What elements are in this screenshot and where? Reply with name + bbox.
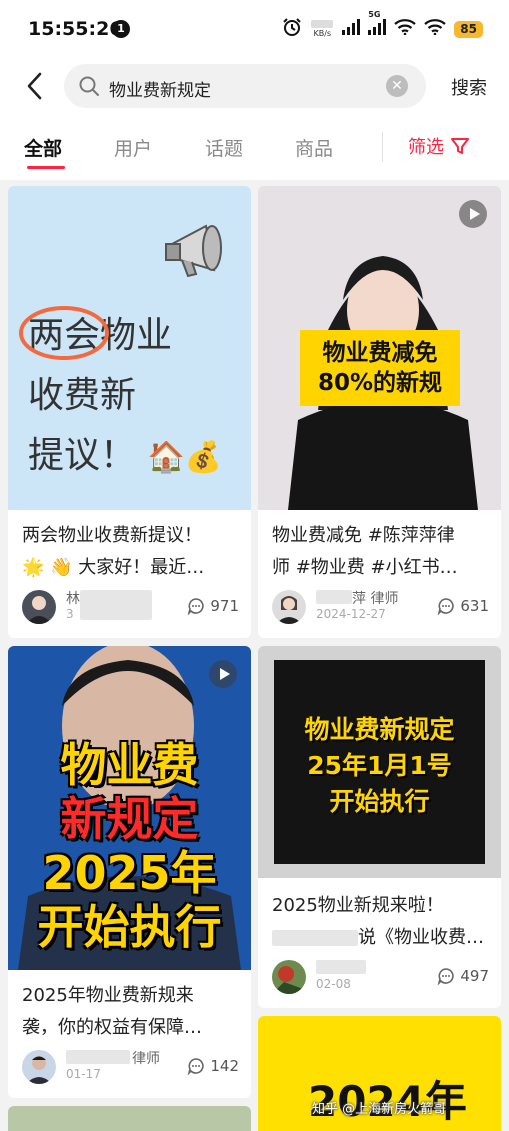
cover-line: 提议！ 🏠💰 [28, 435, 223, 476]
wifi-icon [394, 19, 417, 39]
signal-icon [342, 19, 361, 39]
blurred-name [80, 590, 152, 620]
author-name: 律师 [132, 1051, 160, 1067]
post-date: 01-17 [66, 1067, 101, 1081]
comment-count: 971 [187, 597, 239, 615]
filter-button[interactable]: 筛选 [408, 133, 470, 159]
play-icon [209, 660, 237, 688]
note-title: 2025物业新规来啦！ [272, 895, 444, 916]
tab-products[interactable]: 商品 [295, 134, 333, 161]
network-speed: KB/s [310, 20, 334, 38]
comment-icon [188, 1058, 205, 1075]
post-date: 2024-12-27 [316, 607, 386, 621]
note-card[interactable]: 物业费减免 80%的新规 物业费减免 #陈萍萍律 师 #物业费 #小红书… 萍 … [258, 186, 501, 638]
status-bar: 15:55:26 1 KB/s 5G 85 [0, 0, 509, 58]
note-cover [8, 1106, 251, 1131]
note-card[interactable]: 物业费 新规定 2025年 开始执行 2025年物业费新规来 袭，你的权益有保障… [8, 646, 251, 1098]
note-cover: 物业费减免 80%的新规 [258, 186, 501, 510]
post-date: 3 [66, 607, 74, 621]
note-cover: 两会物业 收费新 提议！ 🏠💰 [8, 186, 251, 510]
author-name: 萍 律师 [352, 591, 399, 607]
cover-caption: 物业费 新规定 2025年 开始执行 [37, 738, 222, 954]
avatar [272, 960, 306, 994]
battery-indicator: 85 [454, 20, 483, 38]
note-title: 2025年物业费新规来 [22, 985, 194, 1006]
note-title-line2: 袭，你的权益有保障… [22, 1017, 202, 1038]
blurred-name [316, 960, 366, 974]
comment-count: 497 [437, 967, 489, 985]
author-row[interactable]: 律师 01-17 142 [22, 1048, 239, 1086]
note-title: 两会物业收费新提议！ [22, 525, 202, 546]
search-header: 物业费新规定 ✕ 搜索 [0, 58, 509, 116]
megaphone-icon [165, 224, 222, 278]
play-icon [459, 200, 487, 228]
status-icons: KB/s 5G 85 [282, 10, 483, 41]
author-row[interactable]: 林 3 971 [22, 588, 239, 626]
divider [382, 132, 383, 162]
signal-5g-icon: 5G [368, 10, 387, 39]
filter-label: 筛选 [408, 137, 444, 158]
avatar [22, 1050, 56, 1084]
post-date: 02-08 [316, 977, 351, 991]
cover-line: 收费新 [28, 375, 137, 416]
note-card[interactable] [8, 1106, 251, 1131]
search-query: 物业费新规定 [109, 81, 211, 101]
highlight-circle [19, 306, 109, 360]
note-card[interactable]: 两会物业 收费新 提议！ 🏠💰 两会物业收费新提议！ 🌟 👋 大家好！最近… 林… [8, 186, 251, 638]
clear-icon[interactable]: ✕ [386, 75, 408, 97]
comment-count: 631 [437, 597, 489, 615]
search-input[interactable]: 物业费新规定 ✕ [64, 64, 426, 108]
comment-count: 142 [187, 1057, 239, 1075]
clock: 15:55:26 [28, 18, 123, 40]
alarm-icon [282, 17, 302, 41]
note-title-line2: 师 #物业费 #小红书… [272, 557, 458, 578]
notification-badge: 1 [112, 20, 130, 38]
filter-icon [451, 138, 469, 154]
note-card[interactable]: 物业费新规定 25年1月1号 开始执行 2025物业新规来啦！ 说《物业收费… … [258, 646, 501, 1008]
note-cover: 物业费 新规定 2025年 开始执行 [8, 646, 251, 970]
wifi-icon-2 [424, 19, 447, 39]
video-frame: 物业费新规定 25年1月1号 开始执行 [274, 660, 485, 864]
comment-icon [188, 598, 205, 615]
author-row[interactable]: 02-08 497 [272, 958, 489, 996]
search-button[interactable]: 搜索 [451, 74, 487, 100]
active-tab-indicator [27, 166, 65, 169]
avatar [272, 590, 306, 624]
tab-topics[interactable]: 话题 [205, 134, 243, 161]
search-icon [78, 75, 100, 101]
comment-icon [438, 598, 455, 615]
tab-all[interactable]: 全部 [24, 134, 62, 161]
cover-caption: 物业费新规定 25年1月1号 开始执行 [304, 715, 455, 816]
avatar [22, 590, 56, 624]
blurred-name [316, 590, 352, 604]
chevron-left-icon [27, 72, 42, 100]
cover-caption: 物业费减免 80%的新规 [300, 330, 460, 406]
note-cover: 物业费新规定 25年1月1号 开始执行 [258, 646, 501, 878]
author-name: 林 [66, 591, 80, 607]
author-row[interactable]: 萍 律师 2024-12-27 631 [272, 588, 489, 626]
comment-icon [438, 968, 455, 985]
note-title-line2: 🌟 👋 大家好！最近… [22, 557, 205, 578]
note-title-line2: 说《物业收费… [272, 922, 491, 954]
watermark: 知乎 @上海新房火箭哥 [312, 1102, 447, 1117]
blurred-name [66, 1050, 130, 1064]
back-button[interactable] [22, 70, 52, 102]
tab-users[interactable]: 用户 [114, 134, 152, 161]
note-title: 物业费减免 #陈萍萍律 [272, 525, 455, 546]
tab-bar: 全部 用户 话题 商品 筛选 [0, 116, 509, 180]
